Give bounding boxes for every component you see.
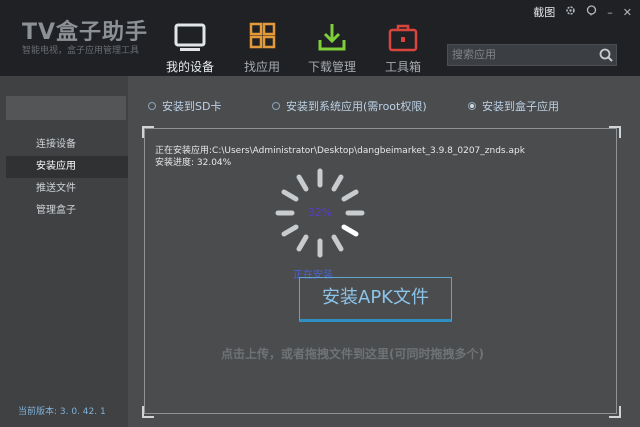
nav-label: 工具箱 [384, 60, 421, 74]
corner-marker [609, 126, 621, 138]
nav-label: 找应用 [243, 60, 280, 74]
sidebar-item-manage[interactable]: 管理盒子 [6, 200, 128, 222]
nav-label: 我的设备 [165, 60, 214, 74]
feedback-icon[interactable] [586, 5, 597, 19]
app-subtitle: 智能电视，盒子应用管理工具 [22, 46, 140, 56]
screenshot-button[interactable]: 截图 [533, 4, 555, 20]
radio-system-app[interactable]: 安装到系统应用(需root权限) [272, 98, 427, 114]
progress-percent: 32% [307, 206, 333, 219]
sidebar-item-connect[interactable]: 连接设备 [6, 134, 128, 156]
toolbox-icon [383, 22, 423, 54]
radio-sd-card[interactable]: 安装到SD卡 [148, 98, 221, 114]
nav-download-manager[interactable]: 下载管理 [297, 22, 367, 75]
corner-marker [142, 406, 154, 418]
upload-hint: 点击上传，或者拖拽文件到这里(可同时拖拽多个) [221, 347, 484, 361]
download-icon [312, 22, 352, 54]
app-logo: TV盒子助手 [22, 20, 149, 45]
sidebar-item-push[interactable]: 推送文件 [6, 178, 128, 200]
device-header [6, 96, 126, 120]
close-button[interactable]: ✕ [623, 6, 632, 19]
monitor-icon [170, 22, 210, 54]
radio-label: 安装到系统应用(需root权限) [286, 100, 427, 113]
radio-button[interactable] [272, 102, 280, 110]
radio-button[interactable] [148, 102, 156, 110]
nav-label: 下载管理 [307, 60, 356, 74]
grid-icon [242, 22, 282, 54]
minimize-button[interactable]: – [607, 6, 613, 19]
search-input[interactable]: 搜索应用 [447, 44, 617, 66]
sidebar [0, 76, 128, 427]
corner-marker [609, 406, 621, 418]
install-progress-text: 安装进度: 32.04% [155, 158, 232, 168]
radio-button[interactable] [468, 102, 476, 110]
search-placeholder: 搜索应用 [452, 48, 496, 61]
corner-marker [142, 126, 154, 138]
version-label: 当前版本: 3. 0. 42. 1 [18, 407, 106, 417]
search-icon[interactable] [598, 47, 614, 63]
nav-my-device[interactable]: 我的设备 [155, 22, 225, 75]
radio-label: 安装到盒子应用 [482, 100, 559, 113]
window-controls: 截图 – ✕ [533, 4, 632, 20]
nav-toolbox[interactable]: 工具箱 [368, 22, 438, 75]
gear-icon[interactable] [565, 5, 576, 19]
install-apk-button[interactable]: 安装APK文件 [299, 277, 452, 322]
radio-box-app[interactable]: 安装到盒子应用 [468, 98, 559, 114]
nav-find-apps[interactable]: 找应用 [227, 22, 297, 75]
radio-label: 安装到SD卡 [162, 100, 222, 113]
drop-zone[interactable] [144, 128, 617, 414]
sidebar-item-install[interactable]: 安装应用 [6, 156, 128, 178]
